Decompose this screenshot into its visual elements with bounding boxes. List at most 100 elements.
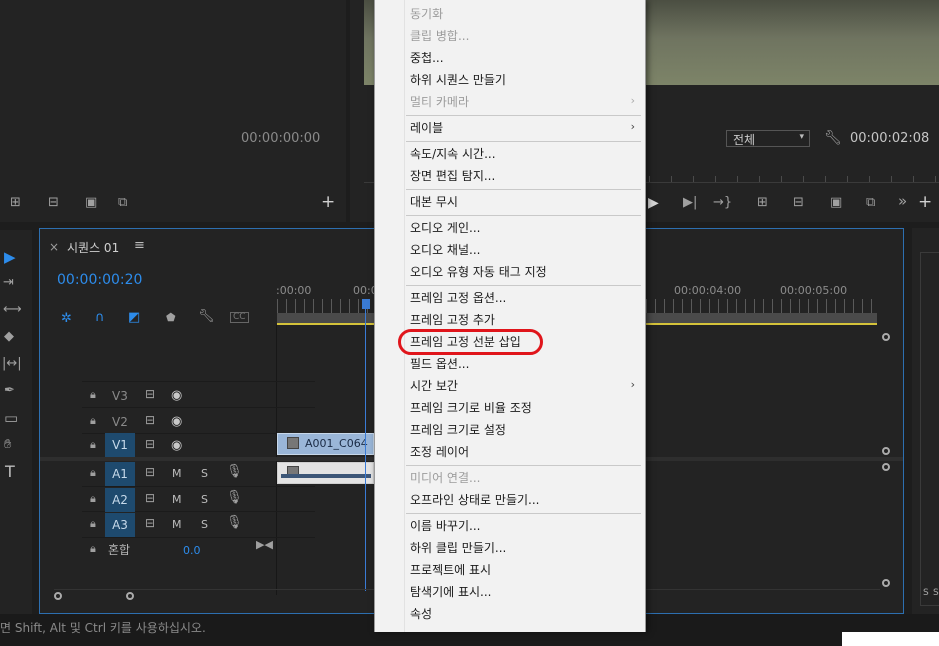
lock-icon[interactable]: 🔒︎ — [90, 518, 96, 529]
rectangle-tool-icon[interactable]: ▭ — [4, 411, 18, 426]
export-frame-icon[interactable]: ⧉ — [118, 196, 127, 209]
mix-value[interactable]: 0.0 — [183, 544, 201, 557]
goto-out-icon[interactable]: →} — [713, 196, 732, 209]
selection-tool-icon[interactable]: ▶ — [4, 248, 16, 266]
snap-icon[interactable]: ∩ — [95, 310, 105, 325]
compare-icon[interactable]: ⧉ — [866, 196, 875, 209]
track-source-a3[interactable]: A3 — [105, 513, 135, 537]
track-label-v3[interactable]: V3 — [112, 389, 128, 403]
lift-icon[interactable]: ⊞ — [757, 196, 768, 209]
solo-label[interactable]: S — [923, 588, 929, 598]
sync-lock-icon[interactable]: ⊟ — [145, 388, 155, 400]
program-timecode[interactable]: 00:00:02:08 — [850, 131, 929, 146]
menu-item-label[interactable]: 레이블 — [410, 118, 443, 138]
menu-item-speed-duration[interactable]: 속도/지속 시간... — [410, 144, 496, 164]
sync-lock-icon[interactable]: ⊟ — [145, 517, 155, 529]
menu-item-properties[interactable]: 속성 — [410, 604, 432, 624]
track-source-a2[interactable]: A2 — [105, 488, 135, 512]
track-select-tool-icon[interactable]: ⇥ — [3, 276, 14, 289]
pen-tool-icon[interactable]: ✒ — [4, 384, 15, 397]
lock-icon[interactable]: 🔒︎ — [90, 439, 96, 450]
nest-toggle-icon[interactable]: ✲ — [61, 311, 72, 326]
menu-item-time-interpolation[interactable]: 시간 보간 — [410, 376, 458, 396]
solo-button[interactable]: S — [201, 518, 208, 531]
zoom-handle-left[interactable] — [54, 592, 62, 600]
type-tool-icon[interactable]: T — [5, 462, 15, 481]
mute-button[interactable]: M — [172, 467, 182, 480]
microphone-icon[interactable]: 🎙︎ — [226, 465, 243, 478]
vscroll-handle[interactable] — [882, 447, 890, 455]
menu-item-reveal-in-explorer[interactable]: 탐색기에 표시... — [410, 582, 492, 602]
go-to-end-icon[interactable]: ▶◀ — [256, 539, 273, 550]
razor-tool-icon[interactable]: ◆ — [4, 330, 14, 343]
lock-icon[interactable]: 🔒︎ — [90, 493, 96, 504]
add-marker-icon[interactable]: ⬟ — [166, 312, 176, 323]
overwrite-icon[interactable]: ⊟ — [48, 196, 59, 209]
vscroll-handle[interactable] — [882, 333, 890, 341]
menu-item-make-subclip[interactable]: 하위 클립 만들기... — [410, 538, 506, 558]
track-source-v1[interactable]: V1 — [105, 433, 135, 457]
vscroll-handle[interactable] — [882, 463, 890, 471]
wrench-icon[interactable]: 🔧︎ — [198, 310, 215, 323]
captions-icon[interactable]: CC — [230, 312, 249, 323]
zoom-handle-right[interactable] — [126, 592, 134, 600]
menu-item-nest[interactable]: 중첩... — [410, 48, 444, 68]
extract-icon[interactable]: ⊟ — [793, 196, 804, 209]
menu-item-reveal-in-project[interactable]: 프로젝트에 표시 — [410, 560, 491, 580]
menu-item-scene-edit-detect[interactable]: 장면 편집 탐지... — [410, 166, 495, 186]
eye-icon[interactable]: ◉ — [171, 414, 182, 429]
insert-icon[interactable]: ⊞ — [10, 196, 21, 209]
solo-button[interactable]: S — [201, 493, 208, 506]
sync-lock-icon[interactable]: ⊟ — [145, 492, 155, 504]
source-timecode[interactable]: 00:00:00:00 — [241, 131, 320, 146]
vscroll-handle[interactable] — [882, 579, 890, 587]
track-source-a1[interactable]: A1 — [105, 462, 135, 486]
hand-tool-icon[interactable]: ✋︎ — [4, 438, 11, 451]
sync-lock-icon[interactable]: ⊟ — [145, 438, 155, 450]
panel-menu-icon[interactable]: ≡ — [134, 238, 145, 253]
add-button-icon[interactable]: + — [321, 192, 335, 212]
camera-icon[interactable]: ▣ — [85, 196, 97, 209]
menu-item-make-offline[interactable]: 오프라인 상태로 만들기... — [410, 490, 539, 510]
menu-item-add-frame-hold[interactable]: 프레임 고정 추가 — [410, 310, 495, 330]
add-button-icon[interactable]: + — [918, 192, 932, 212]
playhead-head[interactable] — [362, 299, 370, 309]
linked-selection-icon[interactable]: ◩ — [128, 310, 140, 325]
menu-item-frame-hold-options[interactable]: 프레임 고정 옵션... — [410, 288, 506, 308]
zoom-select[interactable]: 전체 ▾ — [726, 130, 810, 147]
video-clip[interactable]: A001_C064 — [277, 433, 374, 455]
microphone-icon[interactable]: 🎙︎ — [226, 491, 243, 504]
step-forward-icon[interactable]: ▶| — [683, 196, 697, 209]
slip-tool-icon[interactable]: |↔| — [2, 357, 22, 370]
tab-close-icon[interactable]: × — [49, 240, 59, 254]
lock-icon[interactable]: 🔒︎ — [90, 415, 96, 426]
menu-item-field-options[interactable]: 필드 옵션... — [410, 354, 469, 374]
solo-button[interactable]: S — [201, 467, 208, 480]
sync-lock-icon[interactable]: ⊟ — [145, 466, 155, 478]
ripple-edit-tool-icon[interactable]: ⟷ — [3, 303, 22, 316]
menu-item-set-to-frame-size[interactable]: 프레임 크기로 설정 — [410, 420, 506, 440]
menu-item-ignore-script[interactable]: 대본 무시 — [410, 192, 458, 212]
menu-item-adjustment-layer[interactable]: 조정 레이어 — [410, 442, 469, 462]
sync-lock-icon[interactable]: ⊟ — [145, 414, 155, 426]
eye-icon[interactable]: ◉ — [171, 438, 182, 453]
menu-item-rename[interactable]: 이름 바꾸기... — [410, 516, 480, 536]
play-icon[interactable]: ▶ — [648, 195, 659, 211]
solo-label[interactable]: S — [933, 588, 939, 598]
microphone-icon[interactable]: 🎙︎ — [226, 516, 243, 529]
track-label-v2[interactable]: V2 — [112, 415, 128, 429]
eye-icon[interactable]: ◉ — [171, 388, 182, 403]
sequence-tab-title[interactable]: 시퀀스 01 — [67, 239, 119, 256]
more-icon[interactable]: » — [898, 194, 907, 209]
timeline-timecode[interactable]: 00:00:00:20 — [57, 272, 142, 288]
camera-icon[interactable]: ▣ — [830, 196, 842, 209]
menu-item-audio-channels[interactable]: 오디오 채널... — [410, 240, 480, 260]
mute-button[interactable]: M — [172, 493, 182, 506]
lock-icon[interactable]: 🔒︎ — [90, 543, 96, 554]
menu-item-scale-to-frame-size[interactable]: 프레임 크기로 비율 조정 — [410, 398, 532, 418]
lock-icon[interactable]: 🔒︎ — [90, 467, 96, 478]
menu-item-make-subsequence[interactable]: 하위 시퀀스 만들기 — [410, 70, 506, 90]
menu-item-audio-auto-tag[interactable]: 오디오 유형 자동 태그 지정 — [410, 262, 547, 282]
audio-clip[interactable] — [277, 462, 374, 484]
lock-icon[interactable]: 🔒︎ — [90, 389, 96, 400]
